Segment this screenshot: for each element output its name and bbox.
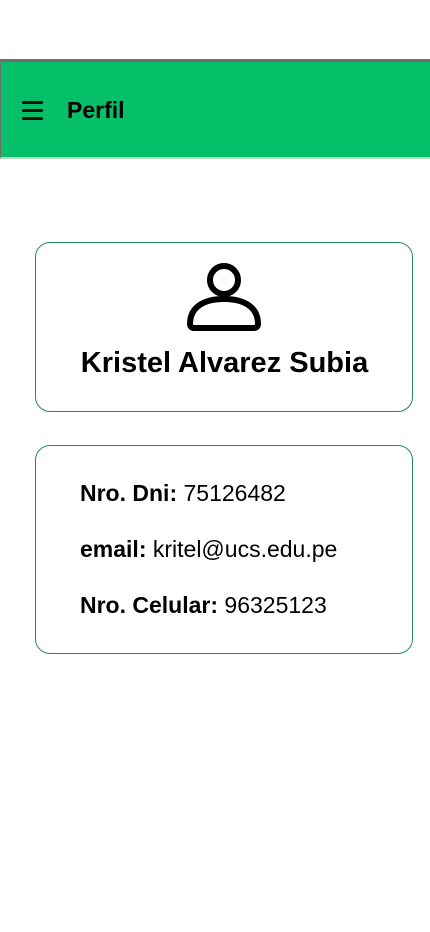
profile-details-card: Nro. Dni: 75126482 email: kritel@ucs.edu… — [35, 445, 413, 654]
phone-row: Nro. Celular: 96325123 — [80, 591, 327, 619]
phone-value: 96325123 — [224, 592, 327, 618]
user-icon — [187, 263, 261, 331]
email-row: email: kritel@ucs.edu.pe — [80, 535, 337, 563]
dni-row: Nro. Dni: 75126482 — [80, 479, 286, 507]
email-value: kritel@ucs.edu.pe — [152, 536, 338, 562]
email-label: email: — [80, 536, 147, 562]
page-title: Perfil — [67, 97, 125, 123]
app-header: Perfil — [0, 59, 430, 159]
hamburger-menu-icon[interactable] — [22, 100, 44, 122]
dni-value: 75126482 — [183, 480, 286, 506]
phone-label: Nro. Celular: — [80, 592, 219, 618]
dni-label: Nro. Dni: — [80, 480, 178, 506]
profile-name: Kristel Alvarez Subia — [80, 347, 369, 379]
profile-card: Kristel Alvarez Subia — [35, 242, 413, 412]
